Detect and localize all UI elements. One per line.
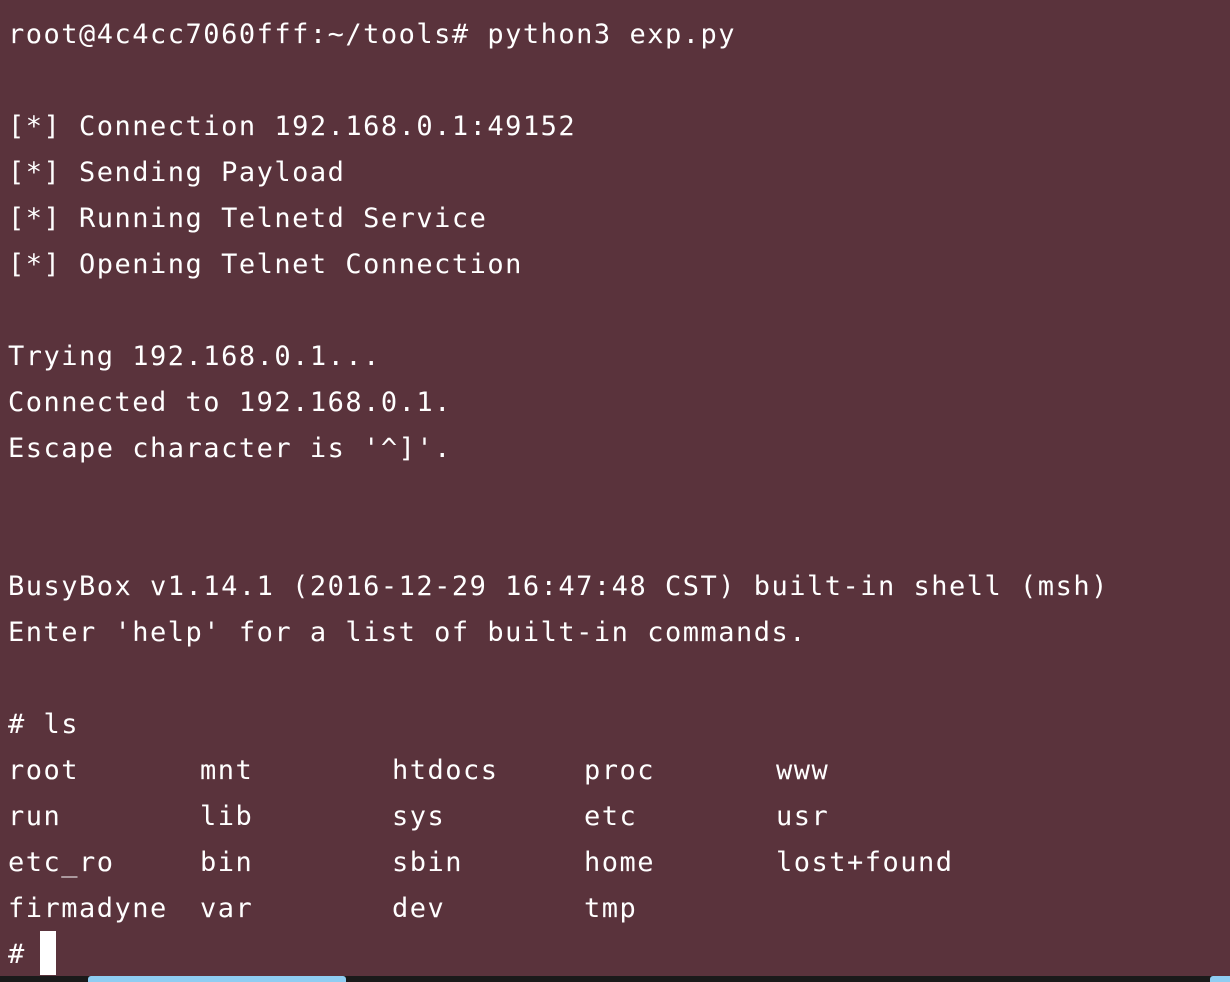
text-cursor[interactable] bbox=[40, 931, 56, 975]
ls-entry: lib bbox=[200, 801, 254, 832]
shell-prompt: # bbox=[8, 939, 26, 970]
ls-entry: run bbox=[8, 801, 62, 832]
ls-entry: bin bbox=[200, 847, 254, 878]
terminal-line: [*] Sending Payload bbox=[8, 157, 346, 188]
terminal-line: Trying 192.168.0.1... bbox=[8, 341, 381, 372]
ls-entry: sys bbox=[392, 801, 446, 832]
ls-entry: www bbox=[776, 755, 830, 786]
horizontal-scrollbar-thumb[interactable] bbox=[88, 976, 346, 982]
terminal-window[interactable]: root@4c4cc7060fff:~/tools# python3 exp.p… bbox=[0, 0, 1230, 982]
ls-entry: root bbox=[8, 755, 80, 786]
terminal-line: [*] Running Telnetd Service bbox=[8, 203, 488, 234]
ls-entry: sbin bbox=[392, 847, 464, 878]
ls-entry: lost+found bbox=[776, 847, 954, 878]
ls-entry: tmp bbox=[584, 893, 638, 924]
ls-entry: etc_ro bbox=[8, 847, 115, 878]
terminal-line: root@4c4cc7060fff:~/tools# python3 exp.p… bbox=[8, 19, 736, 50]
ls-entry: firmadyne bbox=[8, 893, 168, 924]
terminal-line: Connected to 192.168.0.1. bbox=[8, 387, 452, 418]
terminal-line: [*] Opening Telnet Connection bbox=[8, 249, 523, 280]
ls-entry: proc bbox=[584, 755, 656, 786]
scrollbar-edge-indicator bbox=[1210, 976, 1230, 982]
ls-entry: htdocs bbox=[392, 755, 499, 786]
terminal-line: # ls bbox=[8, 709, 80, 740]
ls-entry: usr bbox=[776, 801, 830, 832]
terminal-line: [*] Connection 192.168.0.1:49152 bbox=[8, 111, 577, 142]
ls-entry: dev bbox=[392, 893, 446, 924]
ls-entry: etc bbox=[584, 801, 638, 832]
terminal-line: Enter 'help' for a list of built-in comm… bbox=[8, 617, 807, 648]
ls-entry: var bbox=[200, 893, 254, 924]
ls-entry: home bbox=[584, 847, 656, 878]
terminal-line: BusyBox v1.14.1 (2016-12-29 16:47:48 CST… bbox=[8, 571, 1109, 602]
ls-entry: mnt bbox=[200, 755, 254, 786]
terminal-line: Escape character is '^]'. bbox=[8, 433, 452, 464]
